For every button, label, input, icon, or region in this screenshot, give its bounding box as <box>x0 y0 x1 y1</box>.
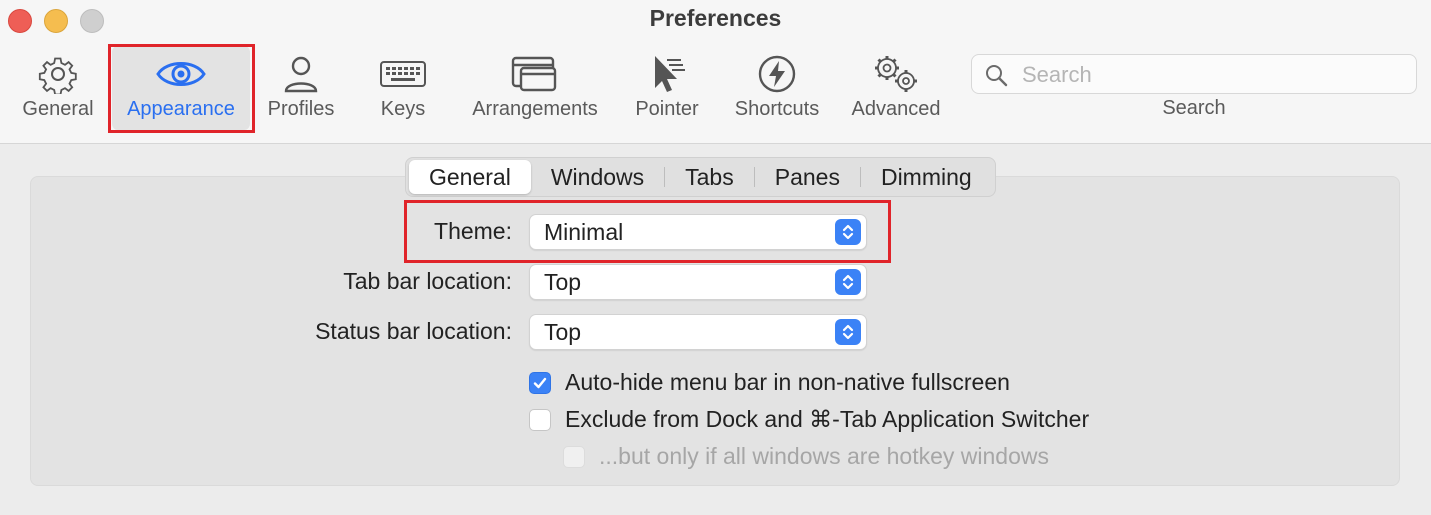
hotkey-windows-only-option: ...but only if all windows are hotkey wi… <box>563 443 1049 470</box>
toolbar-item-pointer[interactable]: Pointer <box>630 50 704 130</box>
search-field[interactable] <box>971 54 1417 94</box>
up-down-chevron-icon <box>835 269 861 295</box>
status-bar-location-label: Status bar location: <box>315 318 512 344</box>
toolbar-label-pointer: Pointer <box>635 98 699 120</box>
gear-icon <box>38 50 78 98</box>
toolbar-label-shortcuts: Shortcuts <box>734 98 820 120</box>
tab-tabs[interactable]: Tabs <box>665 160 754 194</box>
person-icon <box>283 50 319 98</box>
status-bar-location-value: Top <box>544 319 582 345</box>
toolbar-label-arrangements: Arrangements <box>472 98 598 120</box>
toolbar-item-shortcuts[interactable]: Shortcuts <box>728 50 826 130</box>
tab-bar: General Windows Tabs Panes Dimming <box>405 157 996 197</box>
gears-icon <box>870 50 922 98</box>
toolbar-item-arrangements[interactable]: Arrangements <box>465 50 605 130</box>
auto-hide-menu-bar-option[interactable]: Auto-hide menu bar in non-native fullscr… <box>529 369 1010 396</box>
tab-bar-location-label: Tab bar location: <box>343 268 512 294</box>
eye-icon <box>155 50 207 98</box>
hotkey-windows-only-checkbox <box>563 445 585 468</box>
toolbar-item-advanced[interactable]: Advanced <box>846 50 946 130</box>
exclude-from-dock-option[interactable]: Exclude from Dock and ⌘-Tab Application … <box>529 406 1089 433</box>
theme-label: Theme: <box>434 218 512 244</box>
toolbar-label-appearance: Appearance <box>127 98 235 120</box>
auto-hide-menu-bar-checkbox[interactable] <box>529 371 551 394</box>
lightning-icon <box>757 50 797 98</box>
window-title: Preferences <box>649 5 782 31</box>
up-down-chevron-icon <box>835 219 861 245</box>
search-input[interactable] <box>1020 60 1404 90</box>
toolbar-label-advanced: Advanced <box>851 98 941 120</box>
tab-bar-location-value: Top <box>544 269 582 295</box>
exclude-from-dock-checkbox[interactable] <box>529 408 551 431</box>
exclude-from-dock-label: Exclude from Dock and ⌘-Tab Application … <box>565 406 1090 432</box>
up-down-chevron-icon <box>835 319 861 345</box>
hotkey-windows-only-label: ...but only if all windows are hotkey wi… <box>599 443 1049 469</box>
toolbar-label-general: General <box>22 98 94 120</box>
toolbar-label-keys: Keys <box>380 98 426 120</box>
toolbar-item-profiles[interactable]: Profiles <box>262 50 340 130</box>
pointer-icon <box>647 50 687 98</box>
toolbar-item-appearance[interactable]: Appearance <box>112 46 250 130</box>
tab-general[interactable]: General <box>409 160 531 194</box>
tab-panes[interactable]: Panes <box>755 160 860 194</box>
theme-popup[interactable]: Minimal <box>529 214 867 250</box>
toolbar-item-general[interactable]: General <box>18 50 98 130</box>
toolbar-item-keys[interactable]: Keys <box>372 50 434 130</box>
tab-windows[interactable]: Windows <box>531 160 664 194</box>
windows-icon <box>510 50 560 98</box>
search-icon <box>984 63 1008 92</box>
status-bar-location-popup[interactable]: Top <box>529 314 867 350</box>
auto-hide-menu-bar-label: Auto-hide menu bar in non-native fullscr… <box>565 369 1010 395</box>
theme-value: Minimal <box>544 219 624 245</box>
toolbar-label-profiles: Profiles <box>267 98 335 120</box>
search-label: Search <box>1162 97 1226 119</box>
keyboard-icon <box>379 50 427 98</box>
title-bar: Preferences General Appearance Profiles … <box>0 0 1431 144</box>
tab-dimming[interactable]: Dimming <box>861 160 992 194</box>
tab-bar-location-popup[interactable]: Top <box>529 264 867 300</box>
